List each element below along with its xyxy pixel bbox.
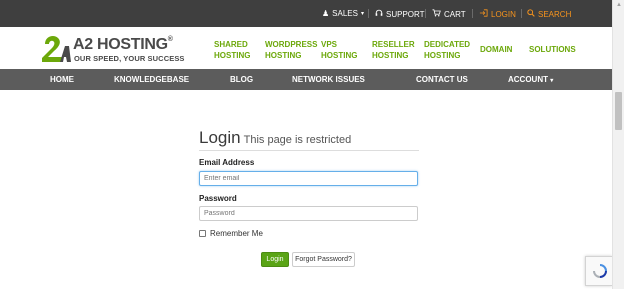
page-subtitle: This page is restricted xyxy=(243,134,352,146)
login-label: LOGIN xyxy=(491,9,516,19)
scroll-up-arrow-icon[interactable]: ▲ xyxy=(615,2,623,10)
remember-me[interactable]: Remember Me xyxy=(199,229,263,238)
divider xyxy=(425,9,426,18)
divider xyxy=(368,9,369,18)
divider xyxy=(472,9,473,18)
password-label: Password xyxy=(199,194,237,203)
heading-divider xyxy=(199,150,419,151)
recaptcha-icon xyxy=(593,264,607,278)
a2-hosting-logo[interactable]: A2 HOSTING® OUR SPEED, YOUR SUCCESS xyxy=(40,32,190,66)
scroll-thumb[interactable] xyxy=(615,92,622,130)
email-field[interactable] xyxy=(199,171,418,186)
nav-solutions[interactable]: SOLUTIONS xyxy=(529,44,576,55)
subnav-network-issues[interactable]: NETWORK ISSUES xyxy=(292,75,365,84)
nav-dedicated-hosting[interactable]: DEDICATED HOSTING xyxy=(424,39,470,61)
logo-name: A2 HOSTING® xyxy=(73,36,173,53)
subnav-blog[interactable]: BLOG xyxy=(230,75,253,84)
nav-reseller-hosting[interactable]: RESELLER HOSTING xyxy=(372,39,415,61)
forgot-password-button[interactable]: Forgot Password? xyxy=(292,252,355,267)
page: ♟ SALES ▾ SUPPORT CART LOGIN SEARCH A2 H… xyxy=(0,0,624,289)
chevron-down-icon: ▾ xyxy=(360,10,364,17)
search-link[interactable]: SEARCH xyxy=(527,9,571,19)
sales-label: SALES xyxy=(332,9,358,18)
password-field[interactable] xyxy=(199,206,418,221)
nav-shared-hosting[interactable]: SHARED HOSTING xyxy=(214,39,250,61)
nav-wordpress-hosting[interactable]: WORDPRESS HOSTING xyxy=(265,39,317,61)
search-label: SEARCH xyxy=(538,9,572,19)
user-icon: ♟ xyxy=(322,8,330,18)
login-button[interactable]: Login xyxy=(261,252,289,267)
site-header: A2 HOSTING® OUR SPEED, YOUR SUCCESS SHAR… xyxy=(0,27,612,69)
logo-tagline: OUR SPEED, YOUR SUCCESS xyxy=(74,54,185,63)
headset-icon xyxy=(375,9,383,19)
login-link[interactable]: LOGIN xyxy=(479,9,516,19)
recaptcha-badge[interactable] xyxy=(585,256,612,286)
login-icon xyxy=(479,9,488,19)
nav-vps-hosting[interactable]: VPS HOSTING xyxy=(321,39,357,61)
top-utility-bar: ♟ SALES ▾ SUPPORT CART LOGIN SEARCH xyxy=(0,0,612,27)
nav-domain[interactable]: DOMAIN xyxy=(480,44,512,55)
support-label: SUPPORT xyxy=(386,9,425,19)
subnav-account[interactable]: ACCOUNT ▾ xyxy=(508,75,553,84)
support-link[interactable]: SUPPORT xyxy=(375,9,425,19)
secondary-nav: HOME KNOWLEDGEBASE BLOG NETWORK ISSUES C… xyxy=(0,69,612,90)
search-icon xyxy=(527,9,535,19)
cart-link[interactable]: CART xyxy=(432,9,466,19)
login-heading: Login This page is restricted xyxy=(199,128,351,148)
email-label: Email Address xyxy=(199,158,255,167)
divider xyxy=(521,9,522,18)
page-title: Login xyxy=(199,128,241,147)
chevron-down-icon: ▾ xyxy=(550,78,554,84)
subnav-contact-us[interactable]: CONTACT US xyxy=(416,75,468,84)
remember-checkbox[interactable] xyxy=(199,230,206,237)
cart-icon xyxy=(432,9,441,19)
subnav-home[interactable]: HOME xyxy=(50,75,74,84)
subnav-knowledgebase[interactable]: KNOWLEDGEBASE xyxy=(114,75,189,84)
sales-menu[interactable]: ♟ SALES ▾ xyxy=(322,9,364,18)
remember-label: Remember Me xyxy=(210,229,263,238)
cart-label: CART xyxy=(444,9,466,19)
logo-mark-icon xyxy=(42,36,71,62)
page-scrollbar[interactable]: ▲ xyxy=(612,0,624,289)
